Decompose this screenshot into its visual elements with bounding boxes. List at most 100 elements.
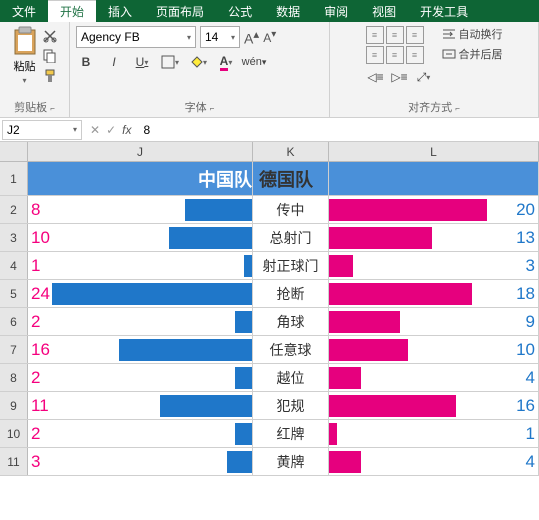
cell-germany-value[interactable]: 18 xyxy=(329,280,539,307)
border-icon xyxy=(161,55,175,69)
cell-china-value[interactable]: 11 xyxy=(28,392,253,419)
grow-font-button[interactable]: A▴ xyxy=(244,27,259,47)
cell-china-value[interactable]: 16 xyxy=(28,336,253,363)
cell-germany-value[interactable]: 1 xyxy=(329,420,539,447)
cell-china-value[interactable]: 2 xyxy=(28,420,253,447)
enter-formula-button[interactable]: ✓ xyxy=(106,123,116,137)
tab-data[interactable]: 数据 xyxy=(264,0,312,22)
tab-insert[interactable]: 插入 xyxy=(96,0,144,22)
tab-dev[interactable]: 开发工具 xyxy=(408,0,480,22)
cell-germany-value[interactable]: 4 xyxy=(329,364,539,391)
cell-china-value[interactable]: 24 xyxy=(28,280,253,307)
cell-germany-value[interactable]: 3 xyxy=(329,252,539,279)
cell-germany-value[interactable]: 10 xyxy=(329,336,539,363)
row-header[interactable]: 8 xyxy=(0,364,28,391)
merge-center-button[interactable]: 合并后居 xyxy=(442,46,503,62)
tab-formula[interactable]: 公式 xyxy=(216,0,264,22)
italic-button[interactable]: I xyxy=(104,52,124,72)
col-header-l[interactable]: L xyxy=(329,142,539,161)
cell-china-value[interactable]: 10 xyxy=(28,224,253,251)
cell-category[interactable]: 黄牌 xyxy=(253,448,329,475)
cell-china-value[interactable]: 8 xyxy=(28,196,253,223)
align-center-button[interactable]: ≡ xyxy=(386,46,404,64)
tab-view[interactable]: 视图 xyxy=(360,0,408,22)
dialog-launcher-icon[interactable]: ⌐ xyxy=(455,104,460,113)
row-header[interactable]: 2 xyxy=(0,196,28,223)
column-headers: J K L xyxy=(0,142,539,162)
cell-germany-value[interactable]: 16 xyxy=(329,392,539,419)
row-header[interactable]: 4 xyxy=(0,252,28,279)
fx-button[interactable]: fx xyxy=(122,123,131,137)
china-number: 2 xyxy=(31,312,40,332)
bold-button[interactable]: B xyxy=(76,52,96,72)
row-header[interactable]: 6 xyxy=(0,308,28,335)
cut-button[interactable] xyxy=(42,28,58,44)
tab-home[interactable]: 开始 xyxy=(48,0,96,22)
row-header[interactable]: 5 xyxy=(0,280,28,307)
orientation-button[interactable]: ⤢▾ xyxy=(414,67,434,87)
align-middle-button[interactable]: ≡ xyxy=(386,26,404,44)
paste-button[interactable]: 粘贴 ▾ xyxy=(12,26,38,85)
font-color-button[interactable]: A▾ xyxy=(216,52,236,72)
decrease-indent-button[interactable]: ◁≡ xyxy=(366,67,386,87)
formula-value[interactable]: 8 xyxy=(137,121,156,139)
cell-category[interactable]: 越位 xyxy=(253,364,329,391)
row-header[interactable]: 9 xyxy=(0,392,28,419)
cell-china-value[interactable]: 3 xyxy=(28,448,253,475)
row-header[interactable]: 7 xyxy=(0,336,28,363)
col-header-j[interactable]: J xyxy=(28,142,253,161)
cell-china-value[interactable]: 2 xyxy=(28,308,253,335)
cell-category[interactable]: 任意球 xyxy=(253,336,329,363)
header-china[interactable]: 中国队 xyxy=(28,162,253,195)
dialog-launcher-icon[interactable]: ⌐ xyxy=(210,104,215,113)
copy-button[interactable] xyxy=(42,48,58,64)
china-number: 3 xyxy=(31,452,40,472)
cell-china-value[interactable]: 2 xyxy=(28,364,253,391)
align-top-button[interactable]: ≡ xyxy=(366,26,384,44)
cell-germany-value[interactable]: 13 xyxy=(329,224,539,251)
font-size-select[interactable]: 14▾ xyxy=(200,26,240,48)
cell-germany-value[interactable]: 9 xyxy=(329,308,539,335)
cell-category[interactable]: 总射门 xyxy=(253,224,329,251)
col-header-k[interactable]: K xyxy=(253,142,329,161)
row-header[interactable]: 10 xyxy=(0,420,28,447)
phonetic-button[interactable]: wén▾ xyxy=(244,52,264,72)
germany-number: 18 xyxy=(516,284,535,304)
cell-category[interactable]: 抢断 xyxy=(253,280,329,307)
header-blank[interactable] xyxy=(329,162,539,195)
format-painter-button[interactable] xyxy=(42,68,58,84)
dialog-launcher-icon[interactable]: ⌐ xyxy=(50,104,55,113)
shrink-font-button[interactable]: A▾ xyxy=(263,29,276,45)
cell-category[interactable]: 传中 xyxy=(253,196,329,223)
cell-category[interactable]: 红牌 xyxy=(253,420,329,447)
increase-indent-button[interactable]: ▷≡ xyxy=(390,67,410,87)
align-right-button[interactable]: ≡ xyxy=(406,46,424,64)
font-name-select[interactable]: Agency FB▾ xyxy=(76,26,196,48)
border-button[interactable]: ▾ xyxy=(160,52,180,72)
name-box[interactable]: J2▾ xyxy=(2,120,82,140)
row-header[interactable]: 1 xyxy=(0,162,28,195)
cell-china-value[interactable]: 1 xyxy=(28,252,253,279)
select-all-corner[interactable] xyxy=(0,142,28,161)
row-header[interactable]: 3 xyxy=(0,224,28,251)
align-left-button[interactable]: ≡ xyxy=(366,46,384,64)
group-clipboard: 粘贴 ▾ 剪贴板 ⌐ xyxy=(0,22,70,117)
china-bar xyxy=(160,395,252,417)
fill-color-button[interactable]: ▾ xyxy=(188,52,208,72)
cancel-formula-button[interactable]: ✕ xyxy=(90,123,100,137)
tab-layout[interactable]: 页面布局 xyxy=(144,0,216,22)
cell-germany-value[interactable]: 20 xyxy=(329,196,539,223)
wrap-text-button[interactable]: 自动换行 xyxy=(442,26,503,42)
tab-file[interactable]: 文件 xyxy=(0,0,48,22)
row-header[interactable]: 11 xyxy=(0,448,28,475)
china-bar xyxy=(244,255,252,277)
header-germany[interactable]: 德国队 xyxy=(253,162,329,195)
cell-germany-value[interactable]: 4 xyxy=(329,448,539,475)
font-group-label: 字体 xyxy=(185,102,207,114)
underline-button[interactable]: U▾ xyxy=(132,52,152,72)
cell-category[interactable]: 射正球门 xyxy=(253,252,329,279)
align-bottom-button[interactable]: ≡ xyxy=(406,26,424,44)
cell-category[interactable]: 角球 xyxy=(253,308,329,335)
tab-review[interactable]: 审阅 xyxy=(312,0,360,22)
cell-category[interactable]: 犯规 xyxy=(253,392,329,419)
